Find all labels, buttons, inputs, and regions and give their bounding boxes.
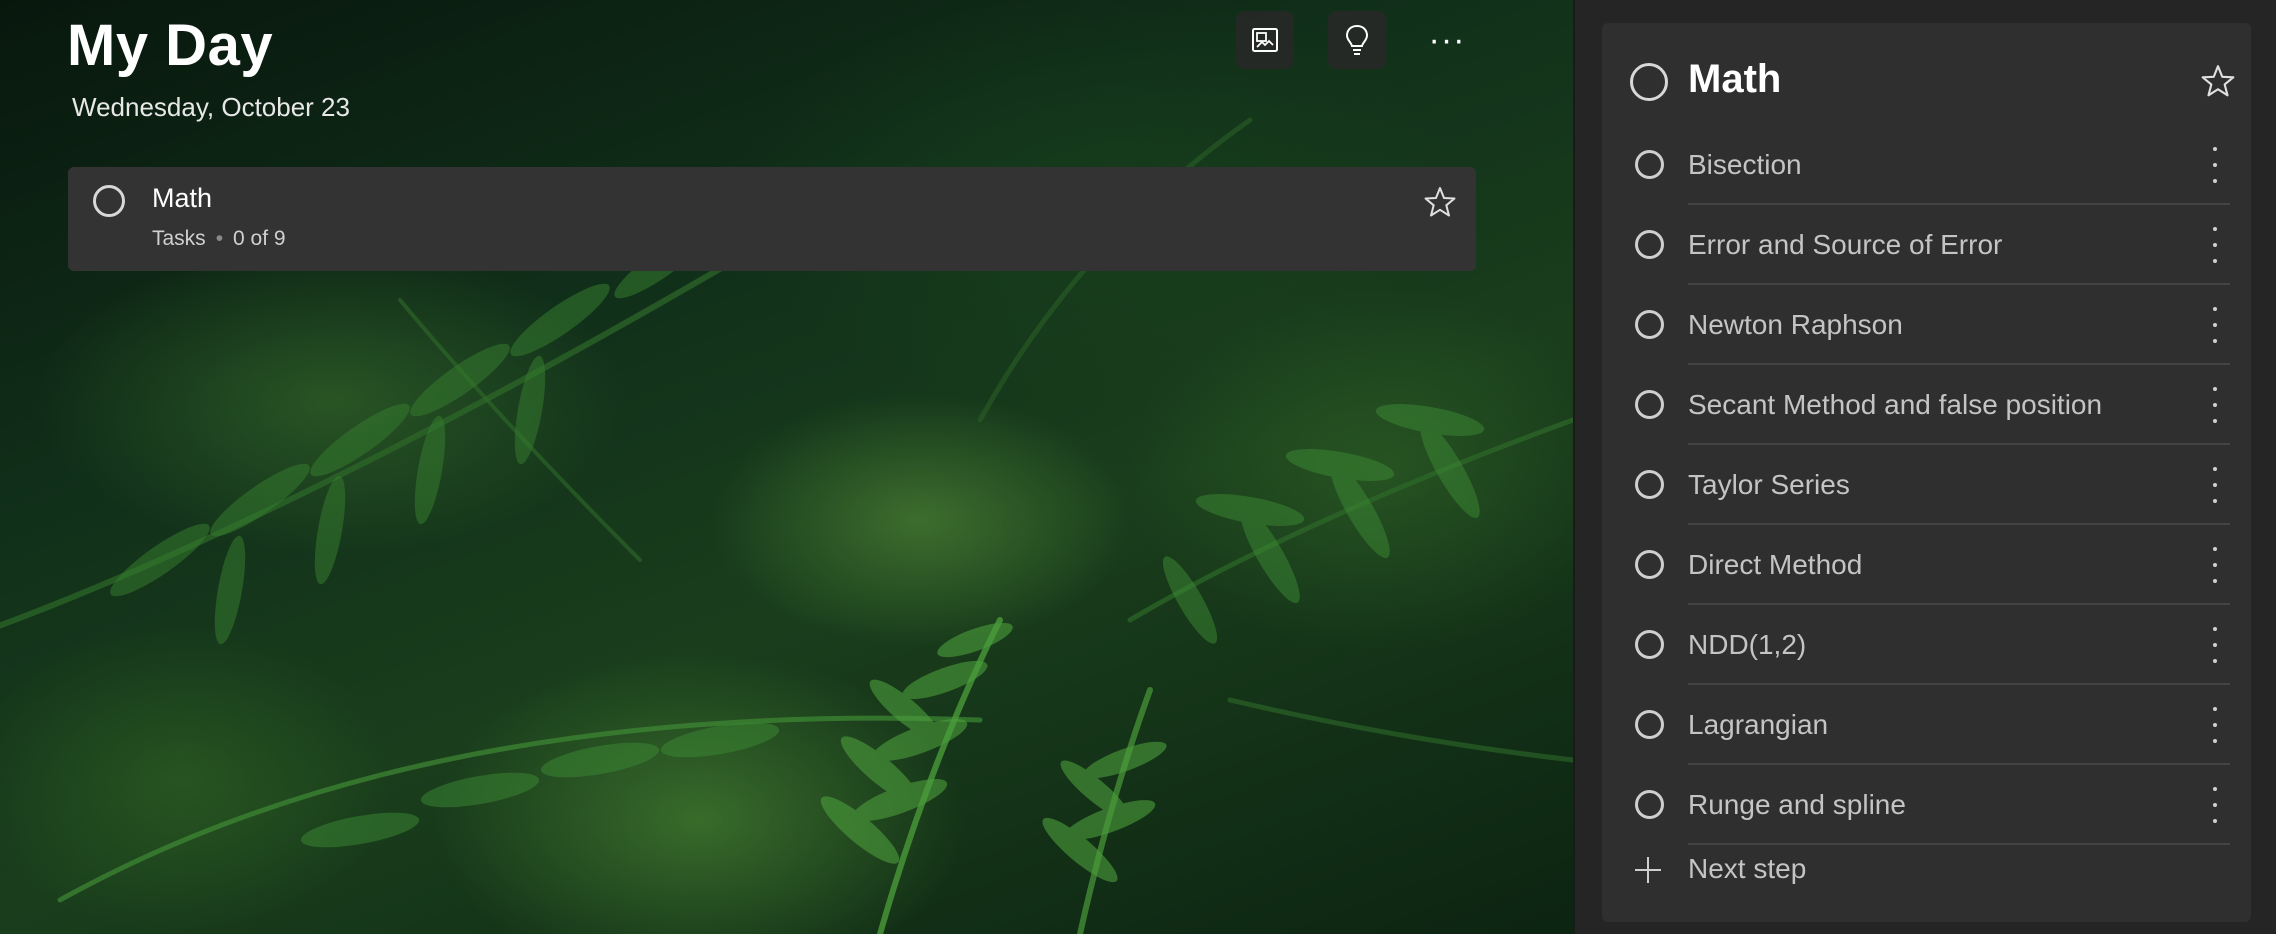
task-detail-pane: Math Bisection Error and Source of Error…: [1573, 0, 2276, 934]
step-item[interactable]: Taylor Series: [1602, 445, 2251, 525]
complete-step-checkbox[interactable]: [1635, 790, 1664, 819]
complete-step-checkbox[interactable]: [1635, 630, 1664, 659]
step-label[interactable]: Direct Method: [1688, 549, 1862, 581]
task-item-math[interactable]: Math Tasks • 0 of 9: [68, 167, 1476, 271]
step-label[interactable]: Bisection: [1688, 149, 1802, 181]
background-picture-icon: [1252, 28, 1278, 52]
complete-step-checkbox[interactable]: [1635, 710, 1664, 739]
more-vertical-icon[interactable]: [2208, 227, 2222, 263]
more-options-button[interactable]: ···: [1418, 14, 1476, 66]
complete-step-checkbox[interactable]: [1635, 150, 1664, 179]
complete-step-checkbox[interactable]: [1635, 310, 1664, 339]
step-item[interactable]: Runge and spline: [1602, 765, 2251, 845]
step-item[interactable]: Direct Method: [1602, 525, 2251, 605]
task-list-name: Tasks: [152, 227, 206, 250]
complete-step-checkbox[interactable]: [1635, 550, 1664, 579]
task-meta: Tasks • 0 of 9: [152, 227, 286, 251]
complete-step-checkbox[interactable]: [1635, 230, 1664, 259]
steps-list: Bisection Error and Source of Error Newt…: [1602, 125, 2251, 845]
step-item[interactable]: Newton Raphson: [1602, 285, 2251, 365]
plus-icon: [1635, 857, 1661, 883]
separator-dot: •: [215, 227, 224, 250]
complete-task-checkbox[interactable]: [93, 185, 125, 217]
step-item[interactable]: Secant Method and false position: [1602, 365, 2251, 445]
lightbulb-icon: [1345, 24, 1369, 55]
star-icon[interactable]: [1423, 185, 1457, 219]
step-label[interactable]: Runge and spline: [1688, 789, 1906, 821]
more-vertical-icon[interactable]: [2208, 307, 2222, 343]
task-detail-card: Math Bisection Error and Source of Error…: [1602, 23, 2251, 922]
step-item[interactable]: Bisection: [1602, 125, 2251, 205]
star-icon[interactable]: [2200, 63, 2236, 99]
more-vertical-icon[interactable]: [2208, 547, 2222, 583]
task-title: Math: [152, 183, 213, 213]
step-label[interactable]: Error and Source of Error: [1688, 229, 2002, 261]
step-item[interactable]: NDD(1,2): [1602, 605, 2251, 685]
step-item[interactable]: Lagrangian: [1602, 685, 2251, 765]
more-vertical-icon[interactable]: [2208, 467, 2222, 503]
complete-step-checkbox[interactable]: [1635, 470, 1664, 499]
step-label[interactable]: Secant Method and false position: [1688, 389, 2102, 421]
complete-task-checkbox[interactable]: [1630, 63, 1668, 101]
step-label[interactable]: Newton Raphson: [1688, 309, 1903, 341]
step-item[interactable]: Error and Source of Error: [1602, 205, 2251, 285]
my-day-view: My Day Wednesday, October 23 ··· Math Ta…: [0, 0, 1573, 934]
add-next-step-button[interactable]: Next step: [1602, 845, 2251, 903]
more-vertical-icon[interactable]: [2208, 627, 2222, 663]
step-label[interactable]: NDD(1,2): [1688, 629, 1806, 661]
suggestions-button[interactable]: [1328, 11, 1386, 69]
next-step-label: Next step: [1688, 853, 1807, 884]
page-date: Wednesday, October 23: [72, 92, 350, 122]
step-label[interactable]: Taylor Series: [1688, 469, 1850, 501]
fern-background-image: [0, 117, 1573, 934]
more-vertical-icon[interactable]: [2208, 147, 2222, 183]
complete-step-checkbox[interactable]: [1635, 390, 1664, 419]
more-vertical-icon[interactable]: [2208, 707, 2222, 743]
detail-task-title[interactable]: Math: [1688, 57, 1781, 102]
task-step-progress: 0 of 9: [233, 227, 286, 250]
change-background-button[interactable]: [1236, 11, 1294, 69]
more-vertical-icon[interactable]: [2208, 387, 2222, 423]
step-label[interactable]: Lagrangian: [1688, 709, 1828, 741]
more-vertical-icon[interactable]: [2208, 787, 2222, 823]
page-title: My Day: [67, 13, 274, 78]
